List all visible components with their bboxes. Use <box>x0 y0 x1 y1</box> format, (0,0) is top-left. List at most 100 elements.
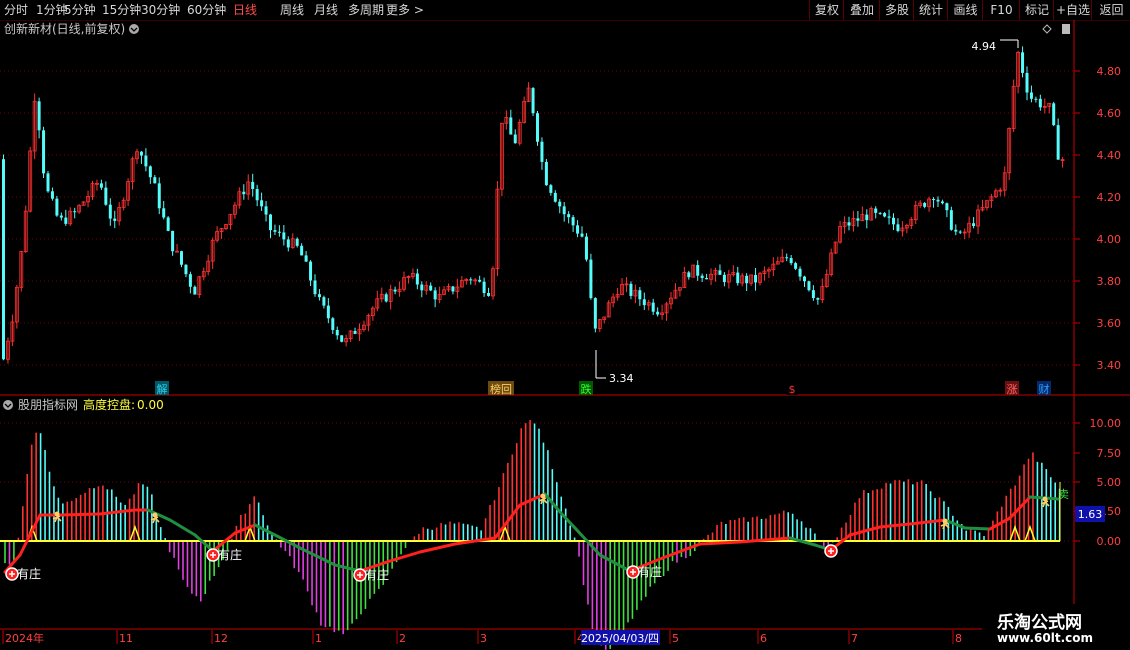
x-axis-label: 8 <box>955 632 962 645</box>
candle-body <box>46 173 50 192</box>
control-line-segment <box>58 512 102 517</box>
chart-title: 创新新材(日线,前复权) <box>4 21 125 36</box>
toolbar-item-0[interactable]: 分时 <box>4 2 28 18</box>
event-tag-label: 跌 <box>581 382 592 396</box>
candle-body <box>584 236 588 260</box>
candle-body <box>277 231 281 233</box>
main-y-tick-label: 3.60 <box>1097 317 1122 330</box>
toolbar-right-button-2[interactable]: 多股 <box>879 0 914 20</box>
candle-body <box>945 203 949 211</box>
candle-body <box>384 294 388 302</box>
toolbar-item-9[interactable]: 多周期 <box>348 2 384 18</box>
candle-body <box>754 274 758 283</box>
x-axis-label: 5 <box>672 632 679 645</box>
candle-body <box>286 239 290 248</box>
candle-body <box>887 216 891 218</box>
candle-body <box>811 290 815 299</box>
toolbar-item-7[interactable]: 周线 <box>280 2 304 18</box>
candle-body <box>553 192 557 202</box>
candle-body <box>139 151 143 156</box>
candle-body <box>593 298 597 329</box>
chevron-down-icon[interactable] <box>3 400 13 410</box>
control-line-segment <box>878 522 912 529</box>
event-tag-label: 榜回 <box>490 382 512 396</box>
candle-body <box>509 117 513 135</box>
candle-body <box>932 199 936 201</box>
candle-body <box>745 275 749 284</box>
chevron-down-icon[interactable] <box>129 24 139 34</box>
toolbar-item-8[interactable]: 月线 <box>314 2 338 18</box>
candle-body <box>816 298 820 300</box>
candle-body <box>807 281 811 291</box>
candle-body <box>1029 92 1033 99</box>
toolbar-item-3[interactable]: 15分钟 <box>102 2 141 18</box>
candle-body <box>487 293 491 296</box>
control-line-segment <box>418 542 457 554</box>
candle-body <box>64 217 68 224</box>
ind-y-tick-label: 0.00 <box>1097 535 1122 548</box>
marker-label: 有庄 <box>638 564 662 579</box>
candle-body <box>73 211 77 213</box>
control-line-segment <box>963 526 992 531</box>
candle-body <box>562 206 566 215</box>
toolbar-right-button-0[interactable]: 复权 <box>809 0 844 20</box>
marker-label: 有庄 <box>365 567 389 582</box>
toolbar-item-6[interactable]: 日线 <box>233 2 257 18</box>
sell-signal-label: 卖 <box>1058 488 1069 501</box>
toolbar-right-button-7[interactable]: +自选 <box>1053 0 1092 20</box>
candle-body <box>536 113 539 142</box>
toolbar-right-button-1[interactable]: 叠加 <box>843 0 880 20</box>
x-axis-label: 3 <box>480 632 487 645</box>
candle-body <box>188 274 192 287</box>
control-line-segment <box>558 510 577 530</box>
indicator-param-value: 0.00 <box>137 398 164 412</box>
toolbar-item-1[interactable]: 1分钟 <box>36 2 68 18</box>
indicator-bars <box>0 420 1061 650</box>
main-y-tick-label: 3.80 <box>1097 275 1122 288</box>
candle-body <box>544 161 548 186</box>
toolbar-item-5[interactable]: 60分钟 <box>187 2 226 18</box>
candle-body <box>144 155 148 167</box>
toolbar-item-2[interactable]: 5分钟 <box>64 2 96 18</box>
current-value-label: 1.63 <box>1078 508 1103 521</box>
ind-y-tick-label: 10.00 <box>1090 417 1122 430</box>
candle-body <box>184 264 188 275</box>
chart-area[interactable]: 有庄有庄有庄 有庄卖 4.804.604.404.204.003.803.603.… <box>0 20 1130 650</box>
toolbar-item-4[interactable]: 30分钟 <box>141 2 180 18</box>
scroll-icon[interactable] <box>1062 24 1070 34</box>
candle-body <box>415 273 419 285</box>
main-y-tick-label: 4.60 <box>1097 107 1122 120</box>
candle-body <box>936 199 940 202</box>
candle-body <box>482 281 486 294</box>
candle-body <box>393 289 397 292</box>
candle-body <box>803 276 806 282</box>
candle-body <box>878 212 882 214</box>
candle-body <box>1021 52 1025 73</box>
diamond-icon[interactable] <box>1042 24 1052 34</box>
toolbar-right-button-6[interactable]: 标记 <box>1019 0 1054 20</box>
event-tag-label: 财 <box>1039 382 1050 396</box>
candle-body <box>531 88 535 114</box>
candle-body <box>478 279 482 282</box>
candle-body <box>789 258 793 264</box>
indicator-name: 股朋指标网 <box>18 397 78 412</box>
indicator-lines: 有庄有庄有庄 有庄卖 <box>3 488 1069 582</box>
toolbar-right-button-3[interactable]: 统计 <box>913 0 948 20</box>
toolbar-item-10[interactable]: 更多 > <box>386 2 424 18</box>
candle-body <box>335 329 339 336</box>
toolbar-right-button-4[interactable]: 画线 <box>947 0 983 20</box>
candle-body <box>113 218 117 221</box>
control-line-segment <box>1028 495 1047 500</box>
candle-body <box>629 283 633 296</box>
candle-body <box>954 229 958 232</box>
toolbar-right-button-8[interactable]: 返回 <box>1091 0 1130 20</box>
candle-body <box>958 231 962 233</box>
event-tag-label: 涨 <box>1007 383 1018 396</box>
candle-body <box>317 294 321 298</box>
candle-body <box>37 101 41 131</box>
x-axis-label: 11 <box>119 632 133 645</box>
toolbar-right-button-5[interactable]: F10 <box>982 0 1020 20</box>
candle-body <box>2 159 5 360</box>
candle-body <box>42 130 46 174</box>
x-axis-label: 12 <box>214 632 228 645</box>
